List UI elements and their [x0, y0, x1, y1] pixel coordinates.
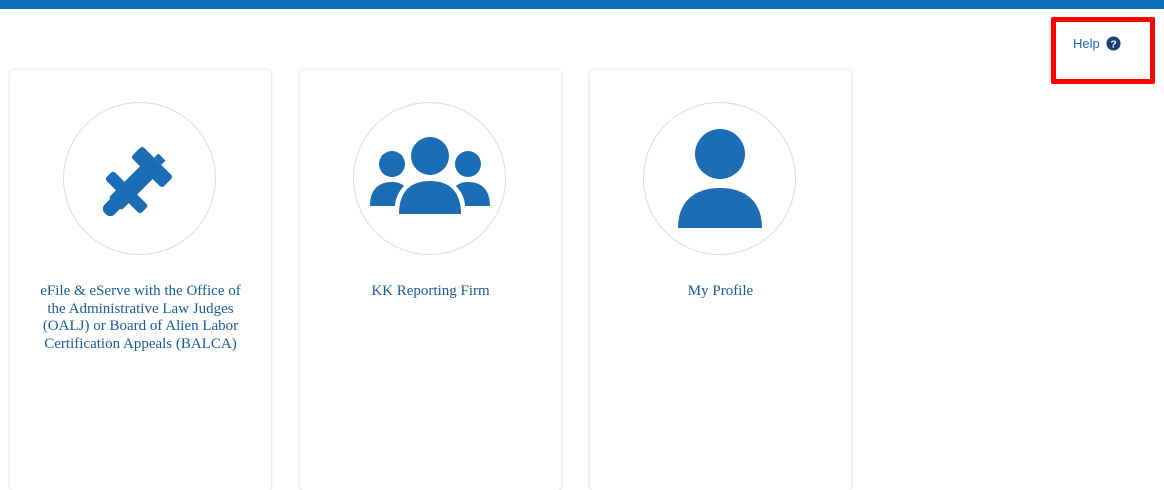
card-icon-circle	[63, 102, 216, 255]
help-label: Help	[1073, 35, 1100, 51]
card-icon-circle	[353, 102, 506, 255]
help-link[interactable]: Help ?	[1073, 35, 1121, 51]
card-label[interactable]: KK Reporting Firm	[312, 283, 549, 301]
card-my-profile[interactable]: My Profile	[590, 70, 851, 490]
user-icon	[677, 128, 762, 228]
question-circle-icon: ?	[1106, 35, 1121, 51]
svg-text:?: ?	[1110, 39, 1116, 50]
gavel-icon	[102, 146, 172, 216]
card-label[interactable]: My Profile	[602, 283, 839, 301]
card-icon-circle	[643, 102, 796, 255]
card-label[interactable]: eFile & eServe with the Office of the Ad…	[30, 283, 251, 353]
card-kk-reporting-firm[interactable]: KK Reporting Firm	[300, 70, 561, 490]
card-efile-eserve[interactable]: eFile & eServe with the Office of the Ad…	[10, 70, 271, 490]
users-group-icon	[369, 136, 490, 214]
top-accent-bar	[0, 0, 1164, 9]
